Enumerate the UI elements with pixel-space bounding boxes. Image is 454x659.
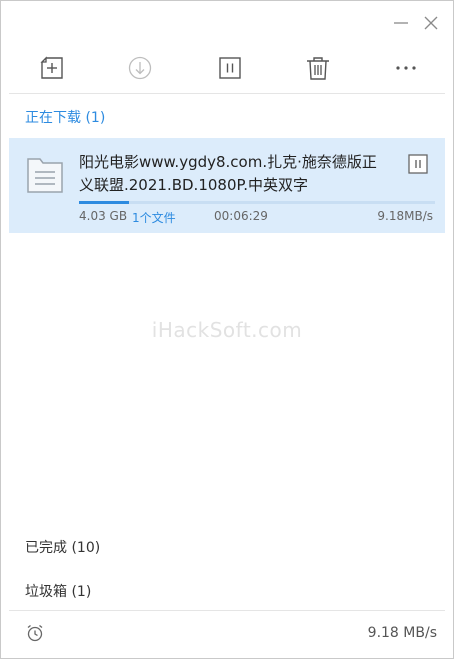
task-pause-icon[interactable] bbox=[407, 153, 429, 175]
trash-section[interactable]: 垃圾箱 (1) bbox=[25, 581, 91, 601]
more-icon[interactable] bbox=[391, 53, 421, 83]
task-speed: 9.18MB/s bbox=[377, 209, 433, 223]
task-name: 阳光电影www.ygdy8.com.扎克·施奈德版正义联盟.2021.BD.10… bbox=[79, 153, 377, 194]
total-speed: 9.18 MB/s bbox=[367, 625, 437, 641]
download-window: 正在下载 (1) 阳光电影www.ygdy8.com.扎克·施奈德版正义联盟.2… bbox=[0, 0, 454, 659]
delete-icon[interactable] bbox=[303, 53, 333, 83]
task-files-link[interactable]: 1个文件 bbox=[132, 209, 176, 226]
watermark-text: iHackSoft.com bbox=[151, 318, 303, 342]
alarm-clock-icon[interactable] bbox=[25, 623, 45, 643]
downloading-section-title[interactable]: 正在下载 (1) bbox=[25, 107, 105, 127]
download-task-row[interactable]: 阳光电影www.ygdy8.com.扎克·施奈德版正义联盟.2021.BD.10… bbox=[9, 138, 445, 233]
pause-icon[interactable] bbox=[215, 53, 245, 83]
toolbar-divider bbox=[9, 93, 445, 94]
start-download-icon[interactable] bbox=[125, 53, 155, 83]
task-progress-fill bbox=[79, 201, 129, 204]
task-size: 4.03 GB bbox=[79, 209, 128, 223]
toolbar bbox=[1, 45, 453, 91]
folder-file-icon bbox=[25, 154, 65, 196]
close-icon[interactable] bbox=[421, 13, 441, 33]
title-bar bbox=[1, 1, 453, 45]
task-elapsed-time: 00:06:29 bbox=[214, 209, 268, 223]
new-task-icon[interactable] bbox=[37, 53, 67, 83]
minimize-icon[interactable] bbox=[391, 13, 411, 33]
completed-section[interactable]: 已完成 (10) bbox=[25, 537, 100, 557]
status-bar: 9.18 MB/s bbox=[1, 611, 453, 657]
task-progress-bar bbox=[79, 201, 435, 204]
